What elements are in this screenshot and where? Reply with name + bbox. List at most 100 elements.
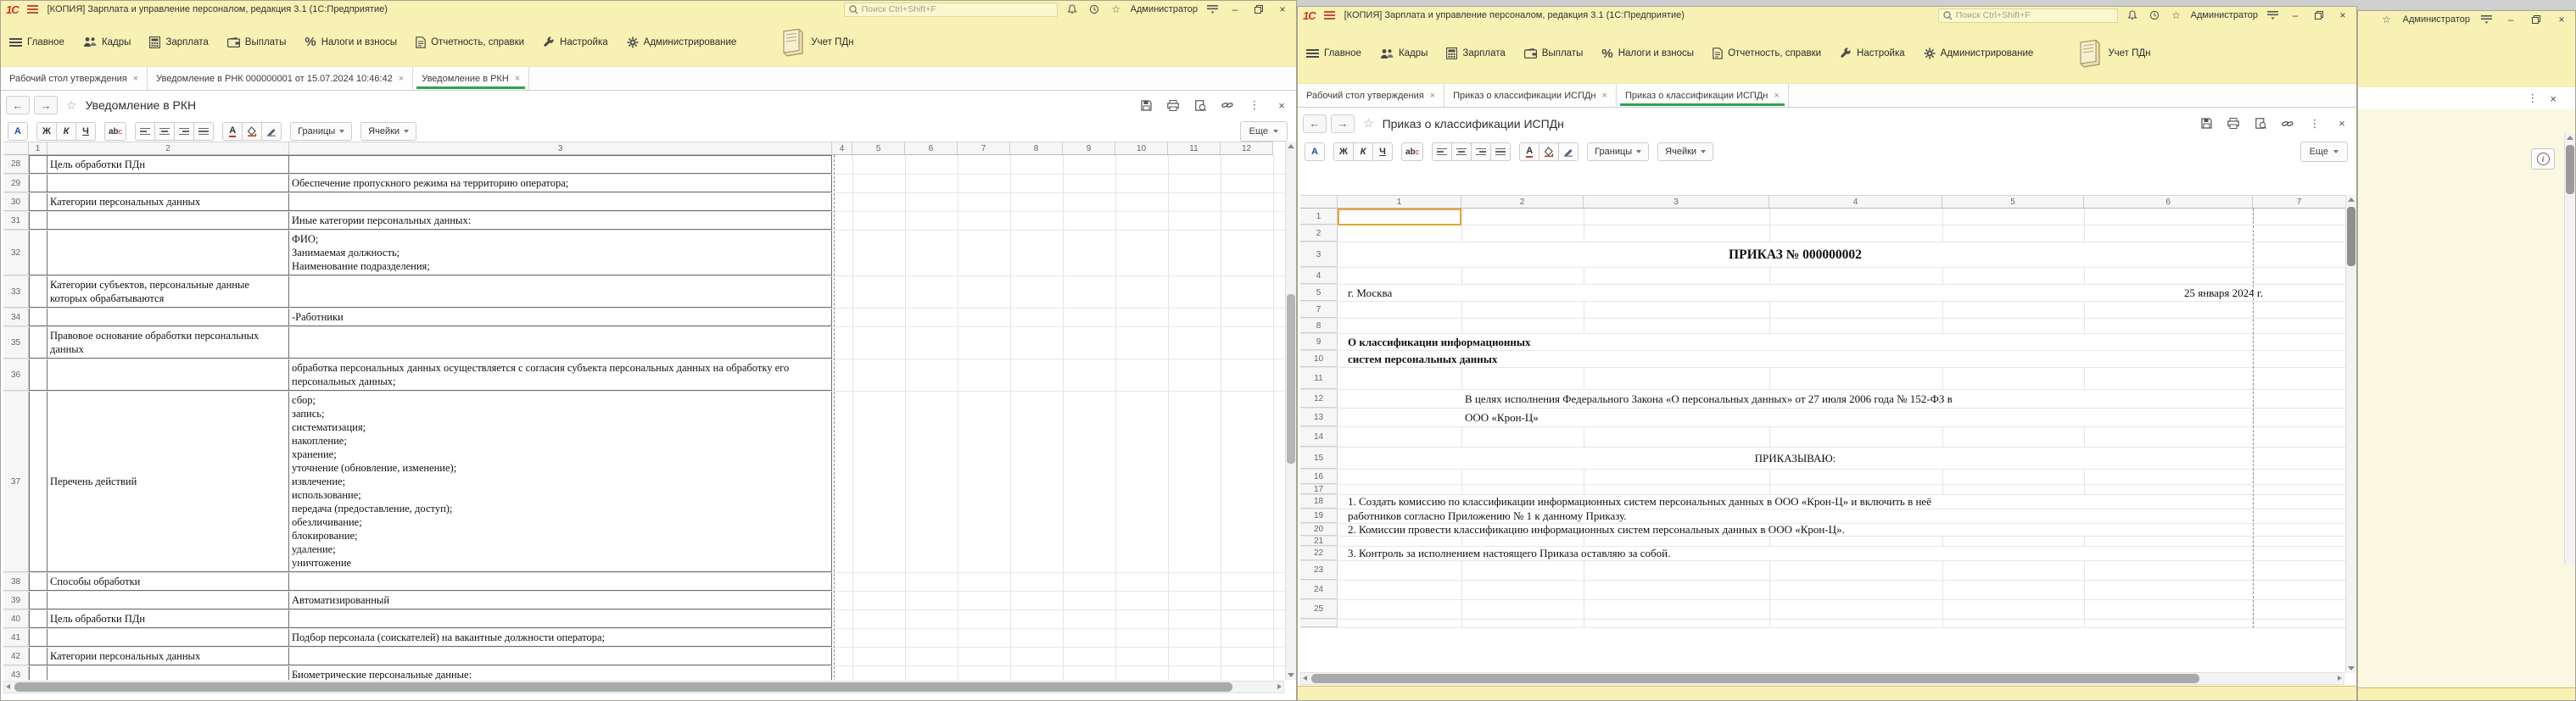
table-row[interactable]: 11 xyxy=(1300,368,2356,390)
row-header[interactable]: 41 xyxy=(3,629,29,647)
row-header[interactable]: 16 xyxy=(1300,470,1338,484)
text-case-button[interactable]: abc xyxy=(1401,142,1423,161)
tab-close-icon[interactable]: × xyxy=(399,74,404,84)
row-header[interactable]: 30 xyxy=(3,193,29,211)
table-row[interactable]: 21 xyxy=(1300,537,2356,547)
cell-col3[interactable]: Обеспечение пропускного режима на террит… xyxy=(289,175,832,192)
table-row[interactable]: 43Биометрические персональные данные: xyxy=(3,666,1296,680)
forward-button[interactable]: → xyxy=(1331,114,1355,133)
favorites-star-icon[interactable]: ☆ xyxy=(2379,13,2394,26)
row-header[interactable]: 22 xyxy=(1300,547,1338,560)
row-header[interactable]: 36 xyxy=(3,359,29,391)
more-menu-icon[interactable]: ⋮ xyxy=(2527,92,2538,105)
history-icon[interactable] xyxy=(1087,3,1102,16)
table-row[interactable]: 9О классификации информационных xyxy=(1300,334,2356,351)
cell-col1[interactable] xyxy=(29,648,47,665)
row-header[interactable] xyxy=(1300,620,1338,627)
merged-cell[interactable]: О классификации информационных xyxy=(1338,334,2263,350)
tab-2[interactable]: Уведомление в РНК 000000001 от 15.07.202… xyxy=(148,67,413,90)
print-icon[interactable] xyxy=(1165,98,1181,112)
pencil-border-color-button[interactable] xyxy=(261,122,282,141)
global-search-input[interactable]: Поиск Ctrl+Shift+F xyxy=(844,3,1058,17)
cell-col3[interactable]: обработка персональных данных осуществля… xyxy=(289,359,832,391)
menu-item-4[interactable]: Выплаты xyxy=(1524,48,1584,58)
close-form-icon[interactable]: × xyxy=(2334,117,2350,131)
menu-item-7[interactable]: Настройка xyxy=(1840,47,1905,59)
row-header[interactable]: 17 xyxy=(1300,485,1338,494)
menu-item-3[interactable]: Зарплата xyxy=(1446,47,1505,59)
titlebar[interactable]: 1С [КОПИЯ] Зарплата и управление персона… xyxy=(1,1,1296,18)
cell-col1[interactable] xyxy=(29,231,47,275)
table-row[interactable]: 19работников согласно Приложению № 1 к д… xyxy=(1300,509,2356,524)
table-row[interactable]: 16 xyxy=(1300,470,2356,485)
scroll-left-icon[interactable] xyxy=(1303,676,1307,681)
horizontal-scrollbar[interactable] xyxy=(3,681,1284,693)
menu-item-8[interactable]: Администрирование xyxy=(627,36,737,48)
cell-col1[interactable] xyxy=(29,155,47,174)
row-header[interactable]: 33 xyxy=(3,276,29,308)
print-preview-icon[interactable] xyxy=(1193,98,1208,112)
tab-close-icon[interactable]: × xyxy=(1774,91,1779,101)
cell-col3[interactable]: сбор;запись;систематизация;накопление;хр… xyxy=(289,392,832,572)
close-form-icon[interactable]: × xyxy=(2550,92,2556,105)
menu-item-5[interactable]: %Налоги и взносы xyxy=(305,35,397,49)
cell-col2[interactable]: Способы обработки xyxy=(47,573,289,591)
tab-close-icon[interactable]: × xyxy=(1602,91,1607,101)
cell-col2[interactable] xyxy=(47,231,289,275)
fill-color-button[interactable] xyxy=(242,122,262,141)
table-row[interactable]: 223. Контроль за исполнением настоящего … xyxy=(1300,547,2356,561)
merged-cell[interactable]: ПРИКАЗ № 000000002 xyxy=(1338,242,2253,267)
borders-dropdown[interactable]: Границы xyxy=(290,122,352,141)
spreadsheet-order[interactable]: 1234567123ПРИКАЗ № 00000000245г. Москва2… xyxy=(1300,195,2356,673)
row-header[interactable]: 14 xyxy=(1300,427,1338,447)
tab-2[interactable]: Приказ о классификации ИСПДн× xyxy=(1444,84,1617,107)
row-header[interactable]: 43 xyxy=(3,666,29,680)
table-row[interactable]: 13ООО «Крон-Ц» xyxy=(1300,409,2356,427)
row-header[interactable]: 25 xyxy=(1300,600,1338,619)
main-menu-icon[interactable] xyxy=(25,3,41,16)
align-left-button[interactable] xyxy=(135,122,155,141)
align-center-button[interactable] xyxy=(154,122,175,141)
back-button[interactable]: ← xyxy=(6,96,30,114)
tab-1[interactable]: Рабочий стол утверждения× xyxy=(1,67,148,90)
cell-col2[interactable] xyxy=(47,309,289,326)
align-left-button[interactable] xyxy=(1432,142,1452,161)
global-search-input[interactable]: Поиск Ctrl+Shift+F xyxy=(1938,8,2118,23)
table-row[interactable]: 15ПРИКАЗЫВАЮ: xyxy=(1300,448,2356,470)
font-button[interactable]: A xyxy=(8,122,28,141)
cell-col2[interactable]: Категории персональных данных xyxy=(47,193,289,211)
tab-3[interactable]: Приказ о классификации ИСПДн× xyxy=(1617,84,1789,107)
column-header-10[interactable]: 10 xyxy=(1115,142,1168,155)
scrollbar-thumb[interactable] xyxy=(14,682,1232,692)
table-row[interactable]: 181. Создать комиссию по классификации и… xyxy=(1300,495,2356,509)
minimize-button[interactable]: – xyxy=(2287,8,2304,22)
notifications-bell-icon[interactable] xyxy=(2125,8,2140,22)
row-header[interactable]: 8 xyxy=(1300,319,1338,333)
menu-item-1[interactable]: Главное xyxy=(1306,48,1361,58)
table-row[interactable]: 35Правовое основание обработки персональ… xyxy=(3,327,1296,359)
row-header[interactable]: 1 xyxy=(1300,209,1338,225)
main-menu-icon[interactable] xyxy=(1322,8,1338,22)
table-row[interactable]: 41Подбор персонала (соискателей) на вака… xyxy=(3,629,1296,648)
more-button[interactable]: Еще xyxy=(1240,121,1288,142)
table-row[interactable]: 34-Работники xyxy=(3,309,1296,327)
cell-col2[interactable]: Категории субъектов, персональные данные… xyxy=(47,276,289,308)
cell-col1[interactable] xyxy=(29,327,47,359)
table-row[interactable]: 36 обработка персональных данных осуществ… xyxy=(3,359,1296,392)
menu-item-6[interactable]: Отчетность, справки xyxy=(416,36,524,48)
cell-col3[interactable] xyxy=(289,155,832,174)
scrollbar-thumb[interactable] xyxy=(2347,207,2355,266)
cell-col2[interactable] xyxy=(47,175,289,192)
scroll-left-icon[interactable] xyxy=(6,684,10,689)
current-user[interactable]: Администратор xyxy=(2403,14,2470,25)
table-row[interactable]: 23 xyxy=(1300,561,2356,581)
table-row[interactable]: 39Автоматизированный xyxy=(3,592,1296,610)
merged-cell[interactable]: В целях исполнения Федерального Закона «… xyxy=(1338,390,2356,408)
cell-col1[interactable] xyxy=(29,193,47,211)
row-header[interactable]: 42 xyxy=(3,648,29,665)
cell-col3[interactable]: ФИО;Занимаемая должность;Наименование по… xyxy=(289,231,832,275)
tab-close-icon[interactable]: × xyxy=(515,74,520,84)
cell-col1[interactable] xyxy=(29,212,47,230)
font-color-button[interactable]: А xyxy=(1519,142,1539,161)
column-header-6[interactable]: 6 xyxy=(2084,195,2253,209)
